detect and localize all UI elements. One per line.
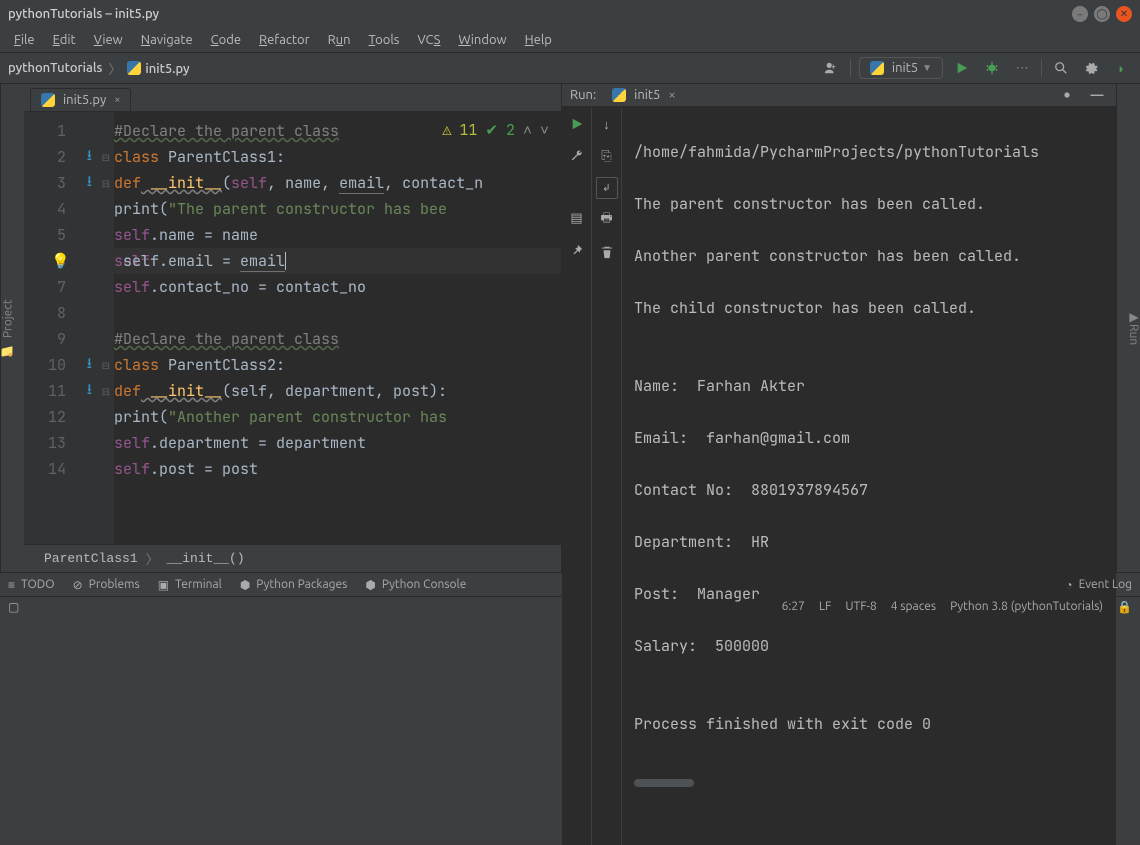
prev-error-icon[interactable]: ˄ bbox=[523, 120, 532, 140]
soft-wrap-icon[interactable]: ↲ bbox=[596, 177, 618, 199]
run-config-selector[interactable]: init5 ▼ bbox=[859, 57, 943, 79]
trash-icon[interactable] bbox=[596, 241, 618, 263]
rerun-button[interactable] bbox=[566, 113, 588, 135]
editor-pane: init5.py × 1 2⭳⊟ 3⭳⊟ 4 5 6💡 7 8 9 10⭳⊟ 1… bbox=[24, 84, 562, 572]
python-file-icon bbox=[127, 61, 141, 75]
tool-python-packages[interactable]: ⬢Python Packages bbox=[240, 578, 348, 592]
more-run-options[interactable]: ⋯ bbox=[1011, 57, 1033, 79]
override-marker-icon[interactable]: ⭳ bbox=[87, 379, 92, 404]
sidebar-tab-run[interactable]: ▶Run bbox=[1126, 310, 1140, 345]
run-toolbar-primary: ▤ bbox=[562, 107, 592, 845]
breadcrumb-project[interactable]: pythonTutorials bbox=[8, 61, 102, 75]
ok-icon: ✔ bbox=[485, 120, 498, 140]
menu-file[interactable]: File bbox=[6, 31, 43, 49]
menu-vcs[interactable]: VCS bbox=[409, 31, 448, 49]
breadcrumb-separator: 〉 bbox=[108, 59, 121, 78]
ide-status-icon[interactable]: ◗ bbox=[1110, 57, 1132, 79]
menu-refactor[interactable]: Refactor bbox=[251, 31, 318, 49]
override-marker-icon[interactable]: ⭳ bbox=[87, 145, 92, 170]
run-title: Run: bbox=[570, 88, 596, 102]
breadcrumb-class[interactable]: ParentClass1 bbox=[44, 551, 138, 566]
run-config-name: init5 bbox=[892, 61, 918, 75]
editor-tab-init5[interactable]: init5.py × bbox=[30, 88, 131, 111]
lock-icon[interactable]: 🔒 bbox=[1117, 600, 1132, 614]
add-user-icon[interactable] bbox=[820, 57, 842, 79]
debug-button[interactable] bbox=[981, 57, 1003, 79]
python-file-icon bbox=[41, 93, 55, 107]
python-icon bbox=[612, 88, 626, 102]
filter-icon[interactable]: ⎘ bbox=[596, 145, 618, 167]
status-encoding[interactable]: UTF-8 bbox=[845, 600, 876, 614]
run-button[interactable] bbox=[951, 57, 973, 79]
code-editor[interactable]: 1 2⭳⊟ 3⭳⊟ 4 5 6💡 7 8 9 10⭳⊟ 11⭳⊟ 12 13 1… bbox=[24, 112, 561, 544]
override-marker-icon[interactable]: ⭳ bbox=[87, 353, 92, 378]
menu-window[interactable]: Window bbox=[450, 31, 514, 49]
breadcrumb[interactable]: pythonTutorials 〉 init5.py bbox=[8, 59, 190, 78]
layout-icon[interactable]: ▤ bbox=[566, 207, 588, 229]
status-interpreter[interactable]: Python 3.8 (pythonTutorials) bbox=[950, 600, 1103, 614]
intention-bulb-icon[interactable]: 💡 bbox=[51, 248, 70, 274]
breadcrumb-file[interactable]: init5.py bbox=[127, 61, 189, 76]
tool-problems[interactable]: ⊘Problems bbox=[73, 578, 140, 592]
menu-navigate[interactable]: Navigate bbox=[133, 31, 201, 49]
run-output[interactable]: /home/fahmida/PycharmProjects/pythonTuto… bbox=[622, 107, 1116, 845]
close-button[interactable]: ✕ bbox=[1116, 6, 1132, 22]
gutter: 1 2⭳⊟ 3⭳⊟ 4 5 6💡 7 8 9 10⭳⊟ 11⭳⊟ 12 13 1… bbox=[24, 112, 114, 544]
close-run-tab-icon[interactable]: × bbox=[668, 88, 675, 102]
inspections-widget[interactable]: ⚠ 11 ✔ 2 ˄ ˅ bbox=[438, 118, 553, 142]
override-marker-icon[interactable]: ⭳ bbox=[87, 171, 92, 196]
horizontal-scrollbar[interactable] bbox=[634, 779, 694, 787]
tab-label: init5.py bbox=[63, 93, 106, 107]
editor-tab-bar: init5.py × bbox=[24, 84, 561, 112]
status-eol[interactable]: LF bbox=[819, 600, 831, 614]
minimize-button[interactable]: – bbox=[1072, 6, 1088, 22]
tool-todo[interactable]: ≡TODO bbox=[8, 578, 55, 592]
status-indent[interactable]: 4 spaces bbox=[891, 600, 936, 614]
menu-tools[interactable]: Tools bbox=[361, 31, 408, 49]
print-icon[interactable]: 🖶 bbox=[596, 209, 618, 231]
run-tab-init5[interactable]: init5 × bbox=[604, 85, 684, 105]
status-caret[interactable]: 6:27 bbox=[782, 600, 805, 614]
python-icon bbox=[870, 61, 884, 75]
warnings-count: 11 bbox=[459, 120, 477, 140]
run-tab-label: init5 bbox=[634, 88, 660, 102]
close-tab-icon[interactable]: × bbox=[114, 94, 120, 106]
window-title: pythonTutorials – init5.py bbox=[8, 7, 159, 21]
menu-run[interactable]: Run bbox=[320, 31, 359, 49]
right-sidebar: ▶Run bbox=[1116, 84, 1140, 572]
warning-icon: ⚠ bbox=[442, 120, 451, 140]
tool-event-log[interactable]: ◔Event Log bbox=[1065, 578, 1132, 592]
separator bbox=[1041, 59, 1042, 77]
code-lines[interactable]: ⚠11 ✔2 ˄ ˅ #Declare the parent class cla… bbox=[114, 112, 561, 544]
menu-code[interactable]: Code bbox=[203, 31, 249, 49]
title-bar: pythonTutorials – init5.py – ◯ ✕ bbox=[0, 0, 1140, 28]
run-settings-icon[interactable] bbox=[1056, 84, 1078, 106]
status-window-icon[interactable]: ▢ bbox=[8, 600, 19, 614]
navigation-bar: pythonTutorials 〉 init5.py init5 ▼ ⋯ ◗ bbox=[0, 52, 1140, 84]
ok-count: 2 bbox=[506, 120, 515, 140]
separator bbox=[850, 59, 851, 77]
pin-icon[interactable] bbox=[566, 239, 588, 261]
down-arrow-icon[interactable]: ↓ bbox=[596, 113, 618, 135]
left-sidebar: 📁Project 🎓Learn ⧉Structure ★Favorites bbox=[0, 84, 24, 572]
breadcrumb-method[interactable]: __init__() bbox=[167, 551, 245, 566]
run-header: Run: init5 × — bbox=[562, 84, 1116, 107]
menu-view[interactable]: View bbox=[86, 31, 131, 49]
menu-edit[interactable]: Edit bbox=[45, 31, 84, 49]
run-toolwindow: Run: init5 × — ▤ ↓ ⎘ ↲ bbox=[562, 84, 1116, 572]
chevron-down-icon: ▼ bbox=[922, 62, 932, 74]
next-error-icon[interactable]: ˅ bbox=[540, 120, 549, 140]
menu-bar: File Edit View Navigate Code Refactor Ru… bbox=[0, 28, 1140, 52]
run-toolbar-secondary: ↓ ⎘ ↲ 🖶 bbox=[592, 107, 622, 845]
menu-help[interactable]: Help bbox=[517, 31, 560, 49]
maximize-button[interactable]: ◯ bbox=[1094, 6, 1110, 22]
search-button[interactable] bbox=[1050, 57, 1072, 79]
tool-terminal[interactable]: ▣Terminal bbox=[158, 578, 222, 592]
tool-python-console[interactable]: ⬢Python Console bbox=[365, 578, 466, 592]
settings-button[interactable] bbox=[1080, 57, 1102, 79]
editor-breadcrumb[interactable]: ParentClass1 〉 __init__() bbox=[24, 544, 561, 572]
hide-run-icon[interactable]: — bbox=[1086, 84, 1108, 106]
wrench-icon[interactable] bbox=[566, 145, 588, 167]
sidebar-tab-project[interactable]: 📁Project bbox=[1, 299, 15, 356]
